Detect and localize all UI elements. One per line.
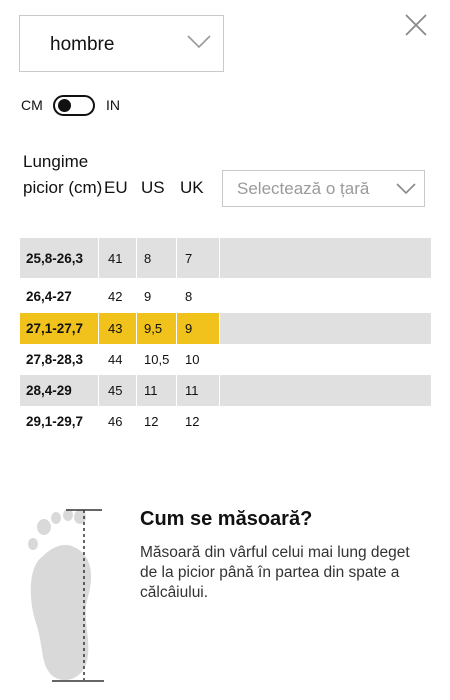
chevron-down-icon [396,183,416,195]
cell-us: 9 [144,289,152,304]
cell-eu: 46 [108,414,123,429]
foot-measure-icon [28,509,104,682]
cell-country [220,238,431,278]
cell-uk: 8 [185,289,193,304]
cell-uk: 9 [177,313,219,344]
cell-eu: 43 [99,313,136,344]
header-eu: EU [104,178,128,197]
cell-us: 12 [144,414,159,429]
toggle-knob [58,99,71,112]
cell-eu: 41 [99,238,136,278]
country-select[interactable]: Selectează o țară [222,170,425,207]
cell-uk: 10 [185,352,200,367]
how-to-measure-text: Măsoară din vârful celui mai lung deget … [140,544,410,601]
cell-country [220,406,431,437]
gender-select-value: hombre [50,34,115,55]
unit-label-cm: CM [21,97,43,113]
close-icon[interactable] [404,13,428,37]
cell-length: 28,4-29 [20,375,98,406]
cell-country [220,313,431,344]
cell-eu: 42 [108,289,123,304]
unit-toggle[interactable] [53,95,95,116]
how-to-measure-title: Cum se măsoară? [140,508,313,530]
cell-length: 27,1-27,7 [20,313,98,344]
cell-uk: 7 [177,238,219,278]
cell-us: 11 [137,375,176,406]
country-select-placeholder: Selectează o țară [237,179,370,198]
cell-us: 10,5 [144,352,170,367]
cell-uk: 11 [177,375,219,406]
cell-length: 25,8-26,3 [20,238,98,278]
cell-country [220,344,431,375]
header-foot-length: Lungime picior (cm) [23,152,103,197]
cell-country [220,375,431,406]
cell-us: 9,5 [137,313,176,344]
cell-length: 26,4-27 [26,289,72,304]
cell-eu: 44 [108,352,123,367]
cell-length: 27,8-28,3 [26,352,84,367]
cell-country [220,281,431,312]
header-us: US [141,178,165,197]
gender-select[interactable]: hombre [19,15,224,72]
cell-length: 29,1-29,7 [26,414,84,429]
cell-us: 8 [137,238,176,278]
cell-eu: 45 [99,375,136,406]
header-uk: UK [180,178,204,197]
cell-uk: 12 [185,414,200,429]
chevron-down-icon [187,35,211,49]
unit-label-in: IN [106,97,120,113]
